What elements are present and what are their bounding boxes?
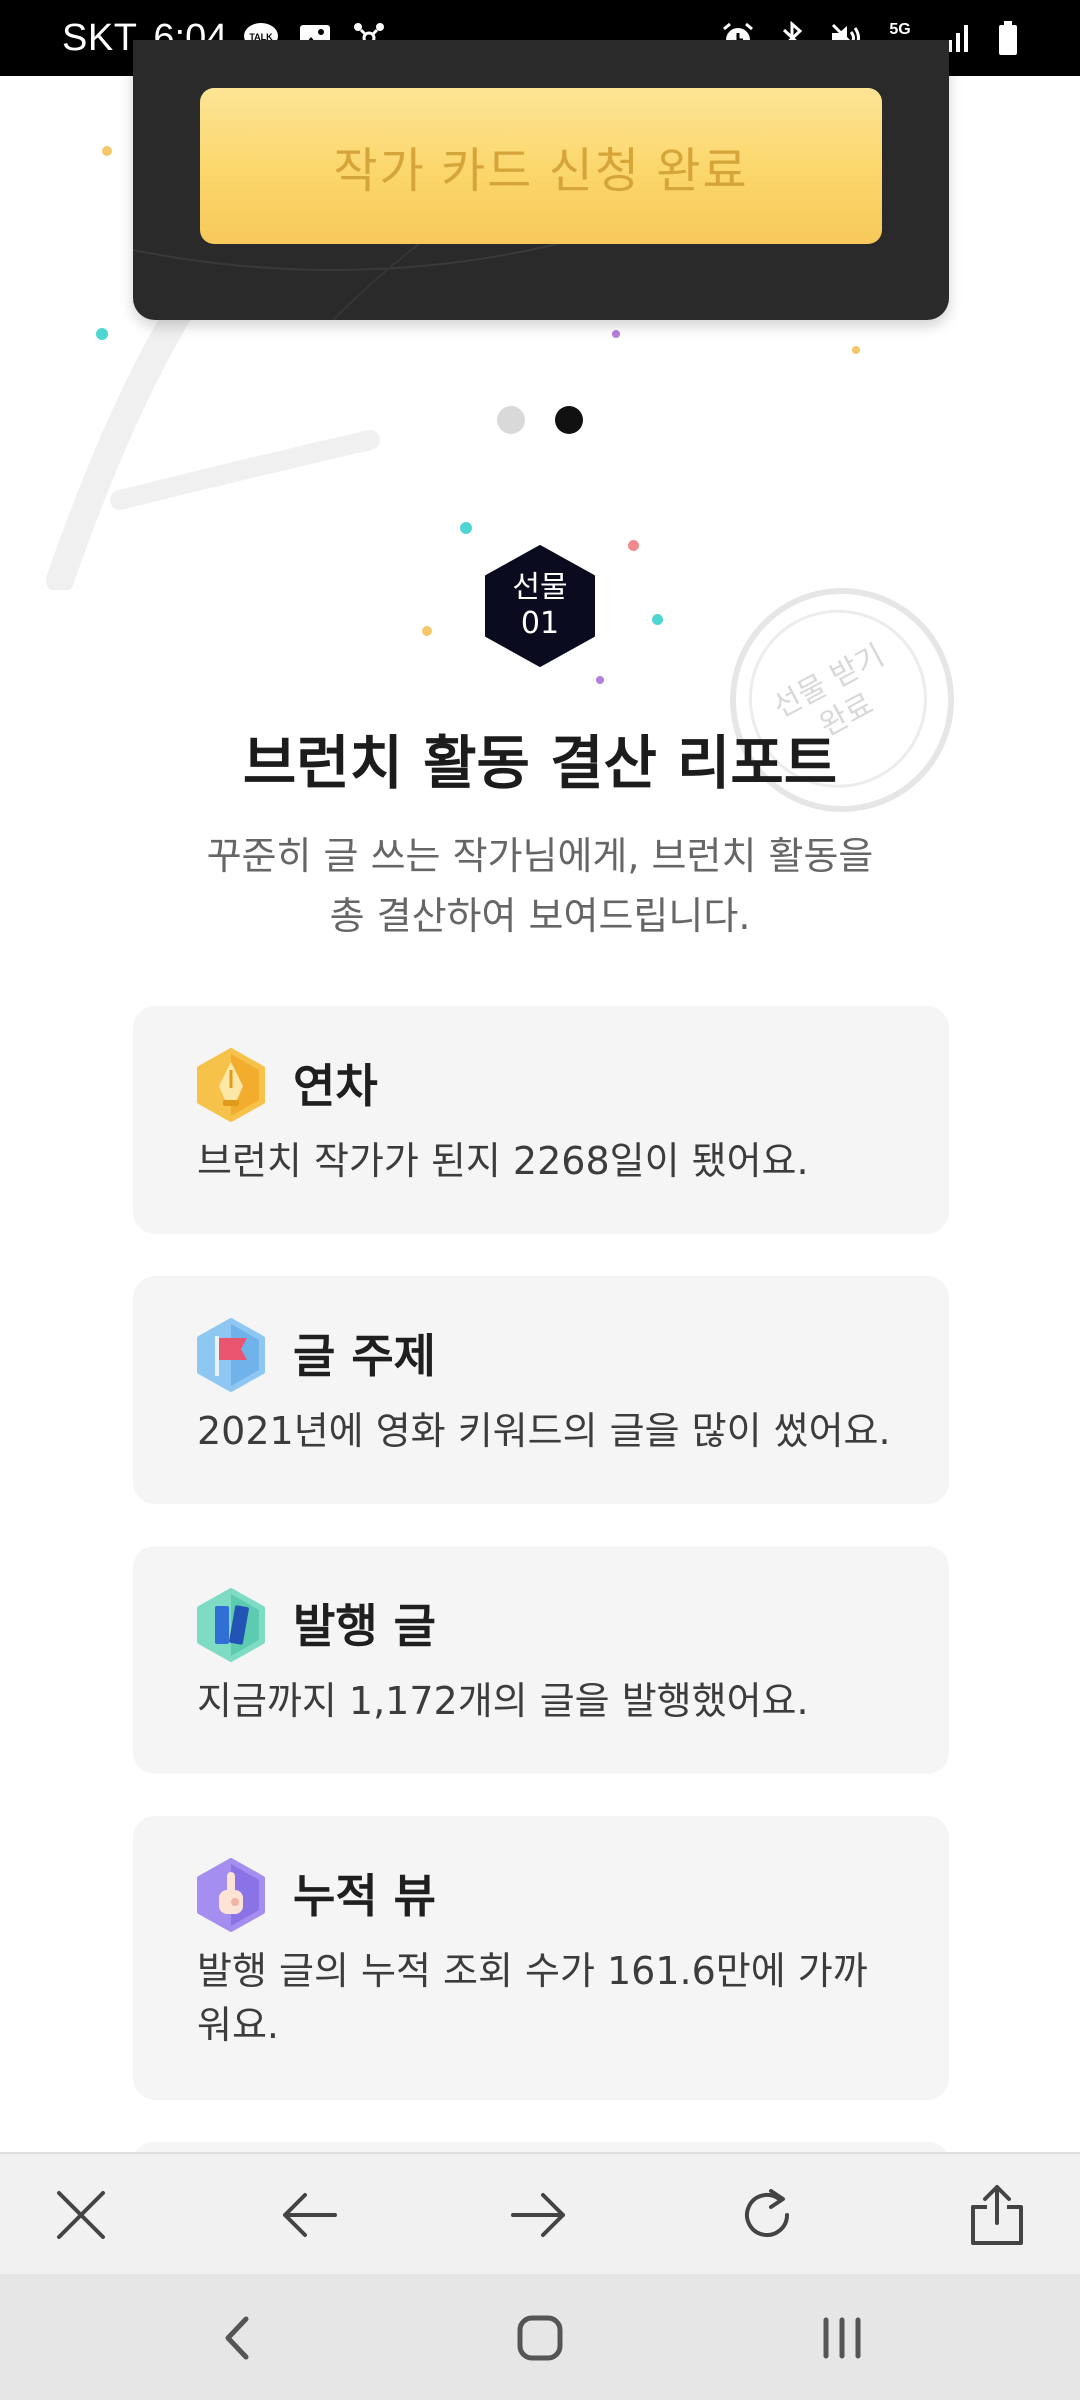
card-heading: 연차 — [293, 1059, 378, 1113]
refresh-icon[interactable] — [734, 2182, 800, 2248]
confetti-dot — [422, 626, 432, 636]
pager-dot-active[interactable] — [555, 406, 583, 434]
back-arrow-icon[interactable] — [276, 2182, 342, 2248]
carousel-pager — [0, 406, 1080, 434]
svg-text:5G: 5G — [889, 21, 910, 38]
author-card-apply-button[interactable]: 작가 카드 신청 완료 — [200, 88, 882, 244]
confetti-dot — [96, 328, 108, 340]
browser-toolbar — [0, 2152, 1080, 2276]
confetti-dot — [102, 146, 112, 156]
confetti-dot — [460, 522, 472, 534]
card-body: 브런치 작가가 된지 2268일이 됐어요. — [197, 1139, 809, 1183]
forward-arrow-icon[interactable] — [506, 2182, 572, 2248]
hand-point-icon — [197, 1858, 265, 1932]
flag-icon — [197, 1318, 265, 1392]
confetti-dot — [628, 540, 639, 551]
report-subtitle-line: 총 결산하여 보여드립니다. — [329, 894, 751, 938]
report-card-published: 발행 글 지금까지 1,172개의 글을 발행했어요. — [133, 1546, 949, 1774]
report-subtitle-line: 꾸준히 글 쓰는 작가님에게, 브런치 활동을 — [206, 834, 874, 878]
gift-badge: 선물 01 — [484, 544, 596, 668]
gift-badge-number: 01 — [520, 606, 560, 641]
card-body: 지금까지 1,172개의 글을 발행했어요. — [197, 1679, 809, 1723]
confetti-dot — [596, 676, 604, 684]
report-card-years: 연차 브런치 작가가 된지 2268일이 됐어요. — [133, 1006, 949, 1234]
gift-badge-label: 선물 — [512, 570, 568, 605]
card-heading: 누적 뷰 — [293, 1869, 436, 1923]
report-card-topic: 글 주제 2021년에 영화 키워드의 글을 많이 썼어요. — [133, 1276, 949, 1504]
card-body: 2021년에 영화 키워드의 글을 많이 썼어요. — [197, 1409, 891, 1453]
share-icon[interactable] — [964, 2182, 1030, 2248]
system-navigation-bar — [0, 2274, 1080, 2400]
nav-home-icon[interactable] — [510, 2310, 570, 2366]
confetti-dot — [612, 330, 620, 338]
card-heading: 글 주제 — [293, 1329, 436, 1383]
pen-nib-icon — [197, 1048, 265, 1122]
report-subtitle: 꾸준히 글 쓰는 작가님에게, 브런치 활동을 총 결산하여 보여드립니다. — [0, 826, 1080, 946]
books-icon — [197, 1588, 265, 1662]
nav-back-icon[interactable] — [208, 2310, 268, 2366]
report-card-views: 누적 뷰 발행 글의 누적 조회 수가 161.6만에 가까워요. — [133, 1816, 949, 2100]
nav-recents-icon[interactable] — [812, 2310, 872, 2366]
card-heading: 발행 글 — [293, 1599, 436, 1653]
report-title: 브런치 활동 결산 리포트 — [242, 729, 838, 797]
battery-icon — [988, 18, 1028, 58]
carrier-label: SKT — [62, 16, 138, 59]
card-body: 발행 글의 누적 조회 수가 161.6만에 가까워요. — [197, 1949, 868, 2047]
confetti-dot — [652, 614, 663, 625]
gift-received-stamp: 선물 받기 완료 — [690, 548, 994, 852]
pager-dot[interactable] — [497, 406, 525, 434]
confetti-dot — [852, 346, 860, 354]
close-icon[interactable] — [48, 2182, 114, 2248]
